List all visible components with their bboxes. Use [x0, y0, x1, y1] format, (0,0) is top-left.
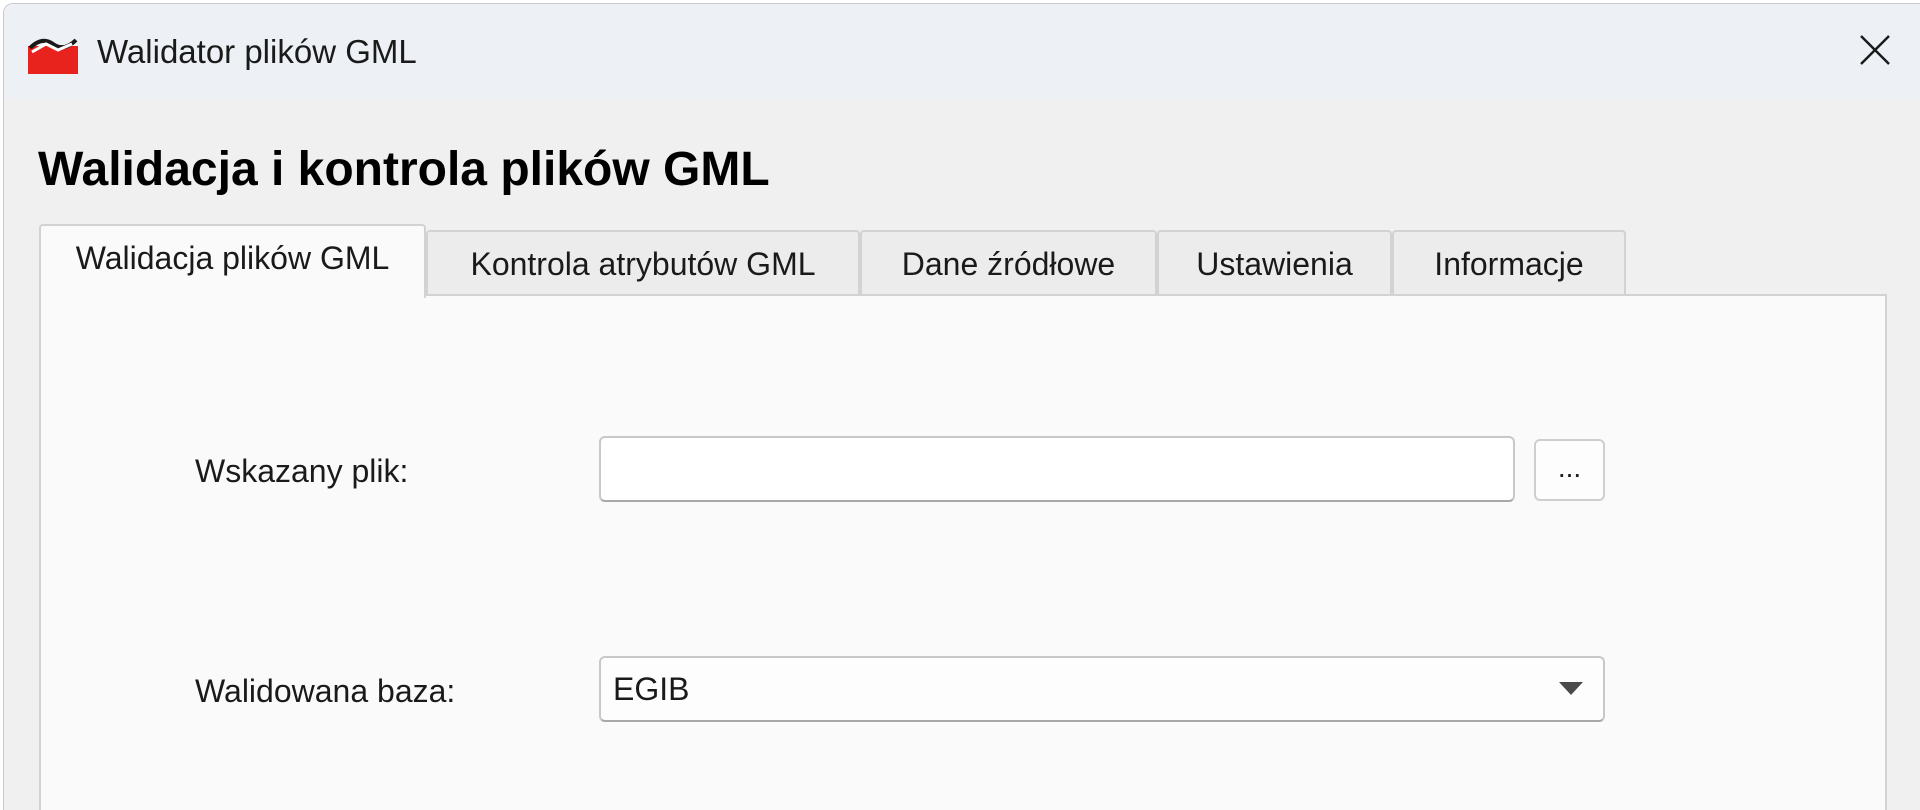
red-toolbox-icon	[28, 38, 78, 74]
tab-ustawienia[interactable]: Ustawienia	[1157, 230, 1392, 294]
base-select-value: EGIB	[613, 671, 690, 707]
close-button[interactable]	[1830, 4, 1920, 98]
window-title: Walidator plików GML	[97, 33, 417, 70]
chevron-down-icon	[1559, 682, 1583, 695]
page-heading: Walidacja i kontrola plików GML	[38, 143, 770, 196]
tab-walidacja[interactable]: Walidacja plików GML	[39, 224, 426, 298]
tab-kontrola-atrybutow[interactable]: Kontrola atrybutów GML	[426, 230, 860, 294]
app-window: Walidator plików GML Walidacja i kontrol…	[3, 3, 1920, 810]
base-select[interactable]: EGIB	[599, 656, 1605, 722]
browse-button[interactable]: ...	[1534, 439, 1605, 501]
title-bar: Walidator plików GML	[4, 4, 1920, 98]
tab-informacje[interactable]: Informacje	[1392, 230, 1626, 294]
file-path-input[interactable]	[599, 436, 1515, 502]
tab-dane-zrodlowe[interactable]: Dane źródłowe	[860, 230, 1157, 294]
close-icon	[1860, 35, 1890, 65]
base-label: Walidowana baza:	[195, 673, 456, 709]
file-label: Wskazany plik:	[195, 453, 409, 489]
tab-panel	[39, 294, 1887, 810]
